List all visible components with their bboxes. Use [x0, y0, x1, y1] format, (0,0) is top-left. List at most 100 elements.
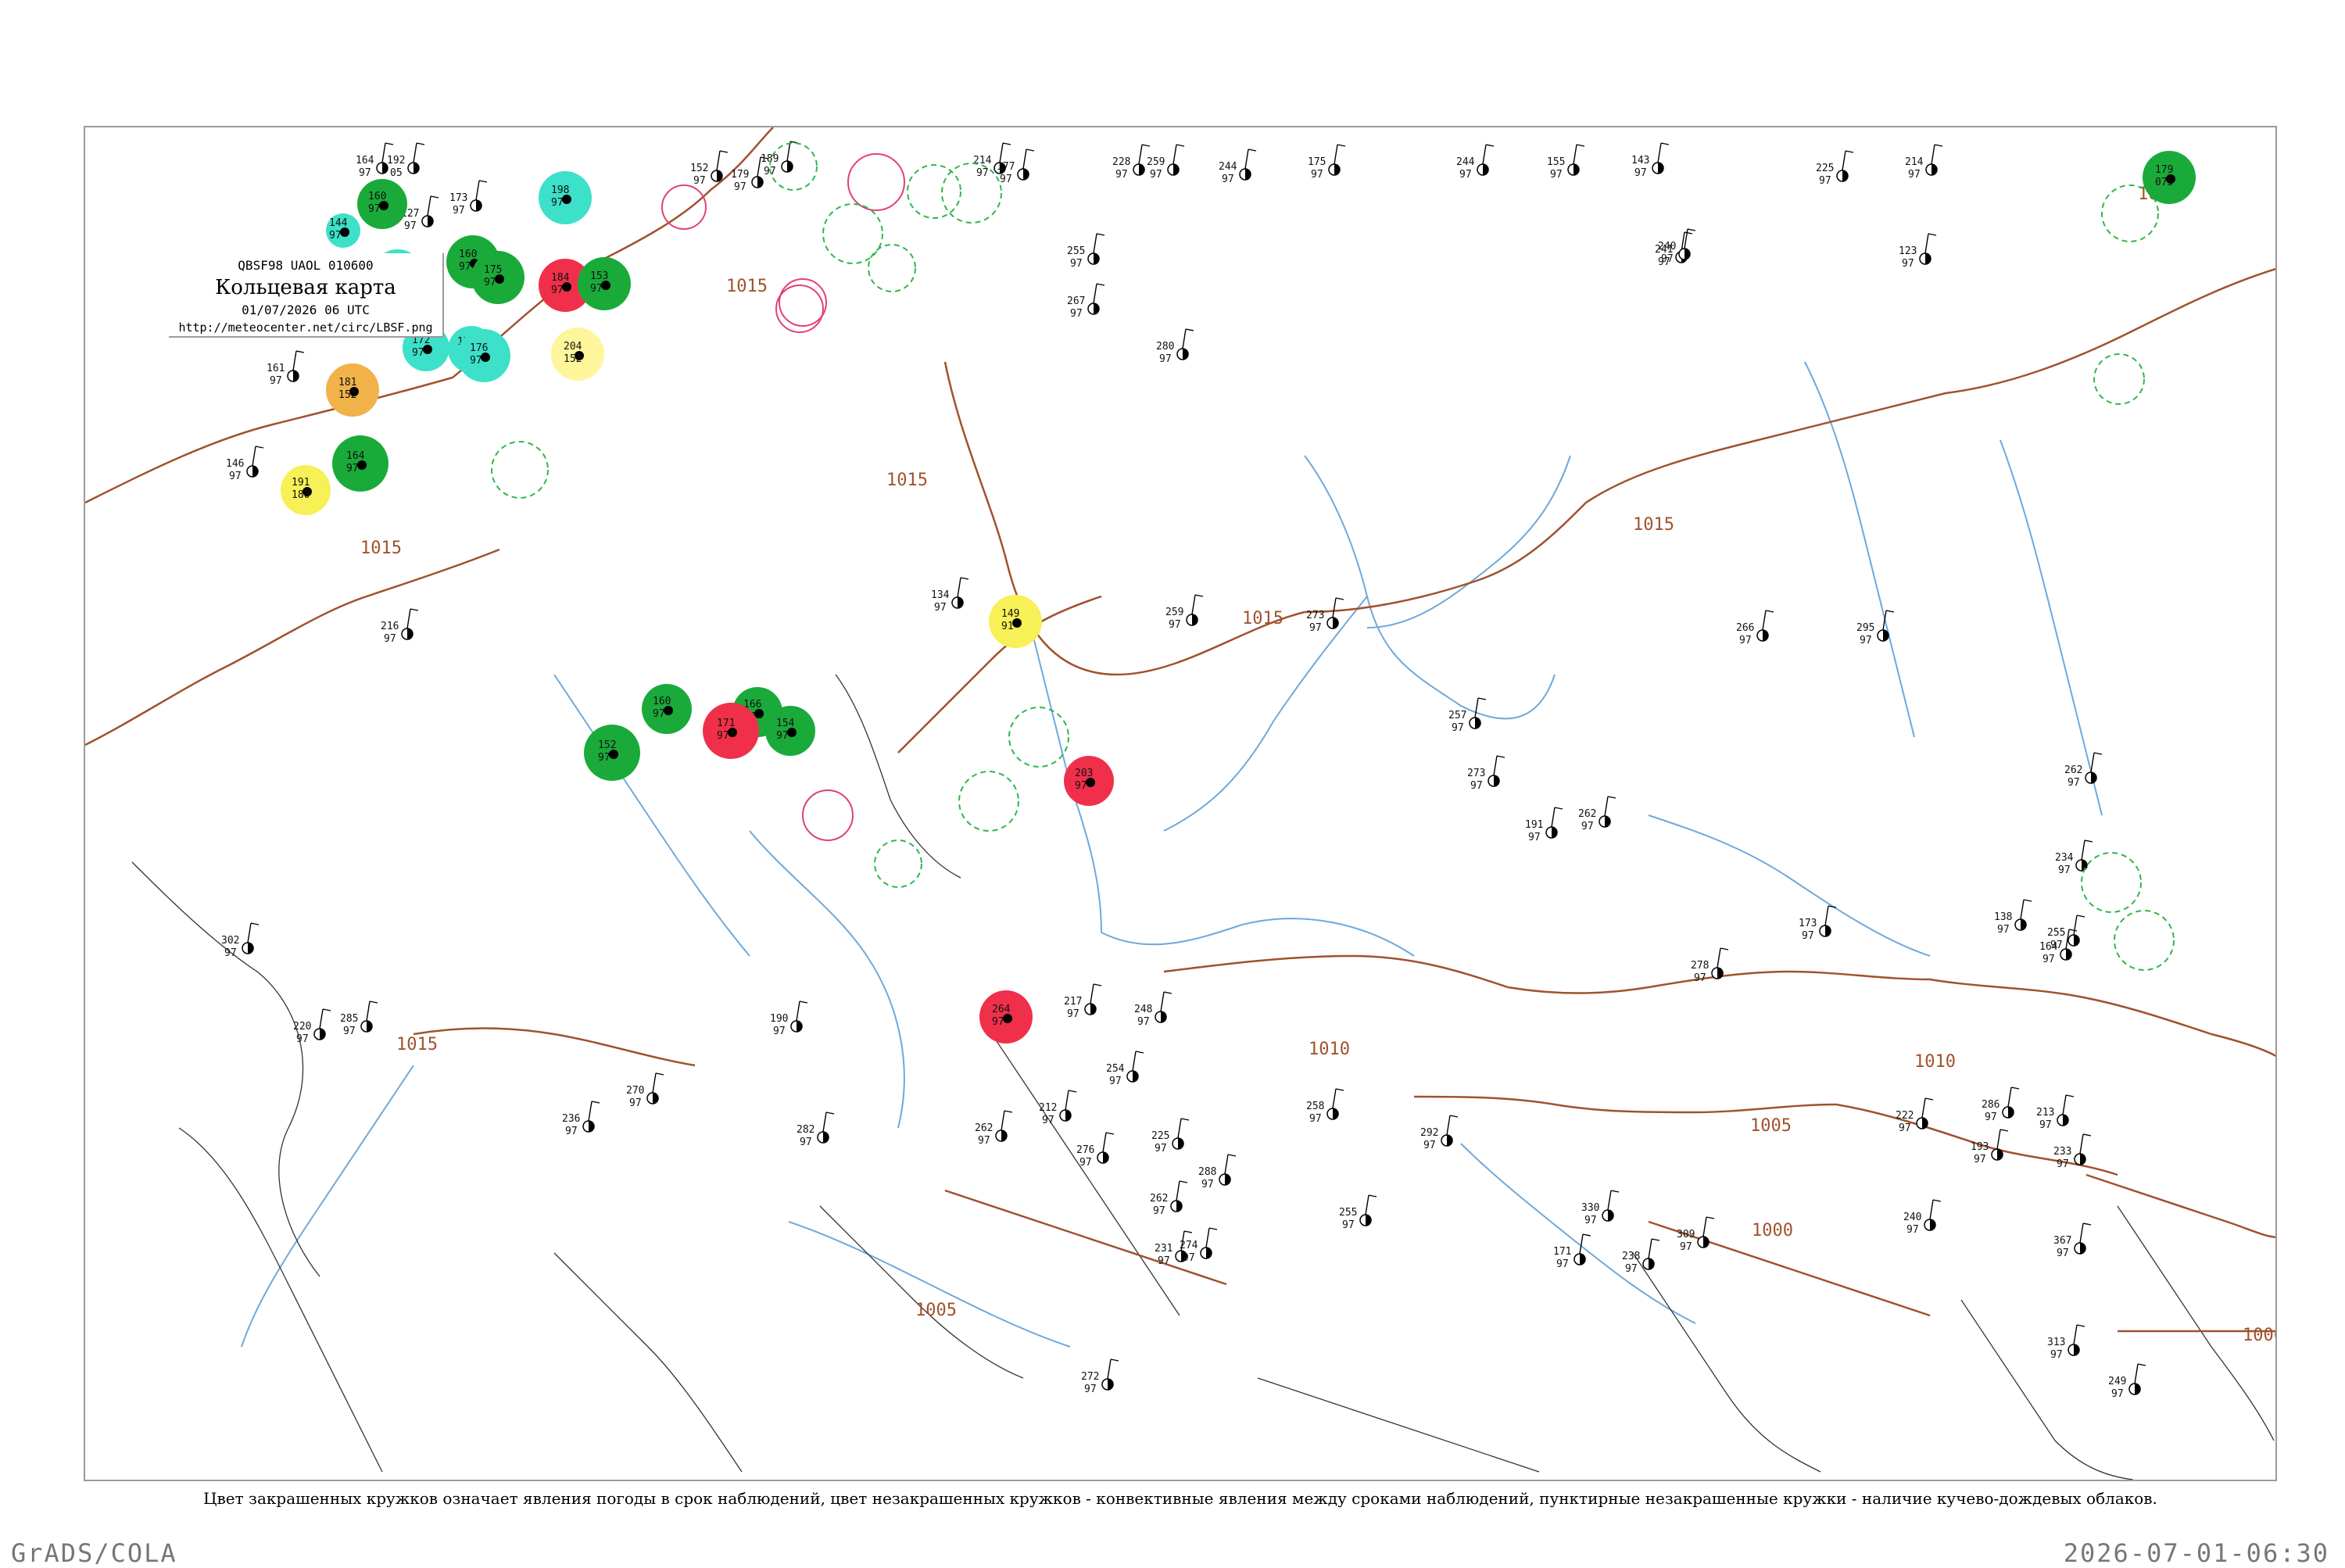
station-value: 97 — [384, 633, 396, 645]
coastline — [131, 861, 320, 1277]
station-value: 97 — [1109, 1076, 1122, 1087]
station-temperature: 266 — [1736, 622, 1754, 634]
wind-barb-feather — [255, 446, 264, 449]
wind-barb-feather — [1706, 1216, 1715, 1219]
station-temperature: 240 — [1658, 241, 1676, 252]
isobar-line — [2085, 1173, 2275, 1238]
station-temperature: 255 — [1067, 245, 1085, 257]
cumulonimbus-ring — [2081, 852, 2142, 913]
weather-station-red: 17197 — [703, 703, 759, 759]
isobar-line — [1304, 502, 1587, 614]
station-plot: 14397 — [1631, 142, 1670, 179]
wind-barb — [1172, 144, 1177, 165]
station-temperature: 259 — [1147, 156, 1165, 168]
station-temperature: 264 — [992, 1004, 1011, 1015]
isobar-label: 1010 — [1309, 1040, 1350, 1059]
wind-barb-feather — [1660, 142, 1670, 145]
station-plot: 27397 — [1306, 597, 1344, 634]
isobar-labels: 1015 1015 1015 1015 1015 1015 1005 1010 … — [360, 184, 2275, 1345]
wind-barb-feather — [591, 1101, 600, 1104]
station-temperature: 254 — [1106, 1063, 1125, 1075]
convective-ring — [661, 184, 707, 230]
wind-barb — [588, 1101, 593, 1122]
isobar-label: 1015 — [1242, 609, 1283, 628]
station-value: 97 — [1556, 1258, 1569, 1270]
station-temperature: 288 — [1198, 1166, 1216, 1178]
wind-barb-feather — [1720, 947, 1729, 950]
station-value: 97 — [1309, 1113, 1322, 1125]
wind-barb-feather — [1576, 144, 1585, 147]
map-url[interactable]: http://meteocenter.net/circ/LBSF.png — [169, 320, 442, 335]
wind-barb — [1107, 1359, 1112, 1380]
station-temperature: 258 — [1306, 1101, 1324, 1112]
station-value: 97 — [1423, 1140, 1436, 1151]
station-temperature: 191 — [1525, 819, 1543, 831]
wind-barb — [1365, 1194, 1369, 1215]
wind-barb-feather — [1651, 1238, 1660, 1241]
station-value: 97 — [1985, 1112, 1997, 1123]
wind-barb-feather — [1368, 1194, 1377, 1197]
rivers-layer — [241, 361, 2103, 1348]
station-temperature: 160 — [653, 696, 671, 707]
river — [788, 1221, 1071, 1348]
wind-barb-feather — [250, 922, 260, 925]
wind-barb-feather — [2023, 899, 2032, 902]
map-date: 01/07/2026 06 UTC — [242, 303, 370, 317]
wind-barb — [1579, 1233, 1584, 1255]
wind-barb — [1493, 755, 1498, 776]
weather-station-green: 16097 — [642, 684, 692, 734]
wind-barb — [1244, 149, 1249, 170]
cumulonimbus-ring — [491, 441, 549, 499]
station-plot: 28897 — [1198, 1154, 1237, 1190]
cumulonimbus-ring — [941, 163, 1002, 224]
map-header-box: QBSF98 UAOL 010600 Кольцевая карта 01/07… — [169, 253, 444, 338]
station-plot: 17397 — [1799, 905, 1837, 942]
wind-barb — [1648, 1238, 1652, 1259]
river — [2000, 439, 2103, 816]
wind-barb — [716, 150, 721, 171]
station-value: 97 — [2111, 1388, 2124, 1400]
station-temperature: 367 — [2053, 1235, 2071, 1247]
wind-barb — [796, 1001, 800, 1022]
station-plot: 26297 — [975, 1110, 1013, 1147]
wind-barb — [1191, 594, 1196, 615]
river — [749, 830, 905, 1129]
station-value: 97 — [453, 205, 465, 217]
wind-barb-feather — [1185, 328, 1194, 331]
wind-barb-feather — [2068, 929, 2078, 932]
synoptic-map: 1015 1015 1015 1015 1015 1015 1005 1010 … — [84, 126, 2277, 1481]
wind-barb-feather — [1096, 233, 1105, 236]
wind-barb-feather — [2082, 1223, 2092, 1226]
station-value: 97 — [2068, 777, 2080, 789]
station-plot: 23397 — [2053, 1133, 2092, 1170]
station-temperature: 160 — [368, 191, 386, 202]
station-temperature: 267 — [1067, 295, 1085, 307]
wind-barb-feather — [1684, 231, 1693, 234]
station-value: 152 — [338, 389, 356, 401]
wind-barb — [652, 1072, 657, 1094]
station-temperature: 262 — [975, 1122, 993, 1134]
station-temperature: 213 — [2036, 1107, 2054, 1119]
weather-station-green: 179075 — [2143, 151, 2196, 204]
station-temperature: 240 — [1903, 1212, 1921, 1223]
station-plot: 26297 — [1150, 1180, 1188, 1217]
isobar-label: 1015 — [886, 471, 928, 490]
wind-barb — [2081, 839, 2085, 861]
station-temperature: 280 — [1156, 341, 1174, 353]
station-temperature: 198 — [551, 184, 569, 196]
station-value: 97 — [404, 220, 417, 232]
wind-barb — [2079, 1223, 2084, 1244]
station-value: 97 — [2039, 1119, 2052, 1131]
station-temperature: 175 — [1308, 156, 1326, 168]
weather-station-green: 17597 — [471, 251, 524, 304]
station-value: 97 — [270, 375, 282, 387]
station-temperature: 259 — [1165, 607, 1183, 618]
station-plot: 13897 — [1994, 899, 2032, 936]
wind-barb — [1224, 1154, 1229, 1175]
station-plot: 21797 — [1064, 983, 1102, 1020]
isobar-label: 1000 — [1752, 1221, 1793, 1240]
station-temperature: 152 — [690, 163, 708, 174]
station-plot: 30297 — [221, 922, 260, 959]
station-plot: 21697 — [381, 608, 419, 645]
wind-barb — [475, 180, 480, 201]
